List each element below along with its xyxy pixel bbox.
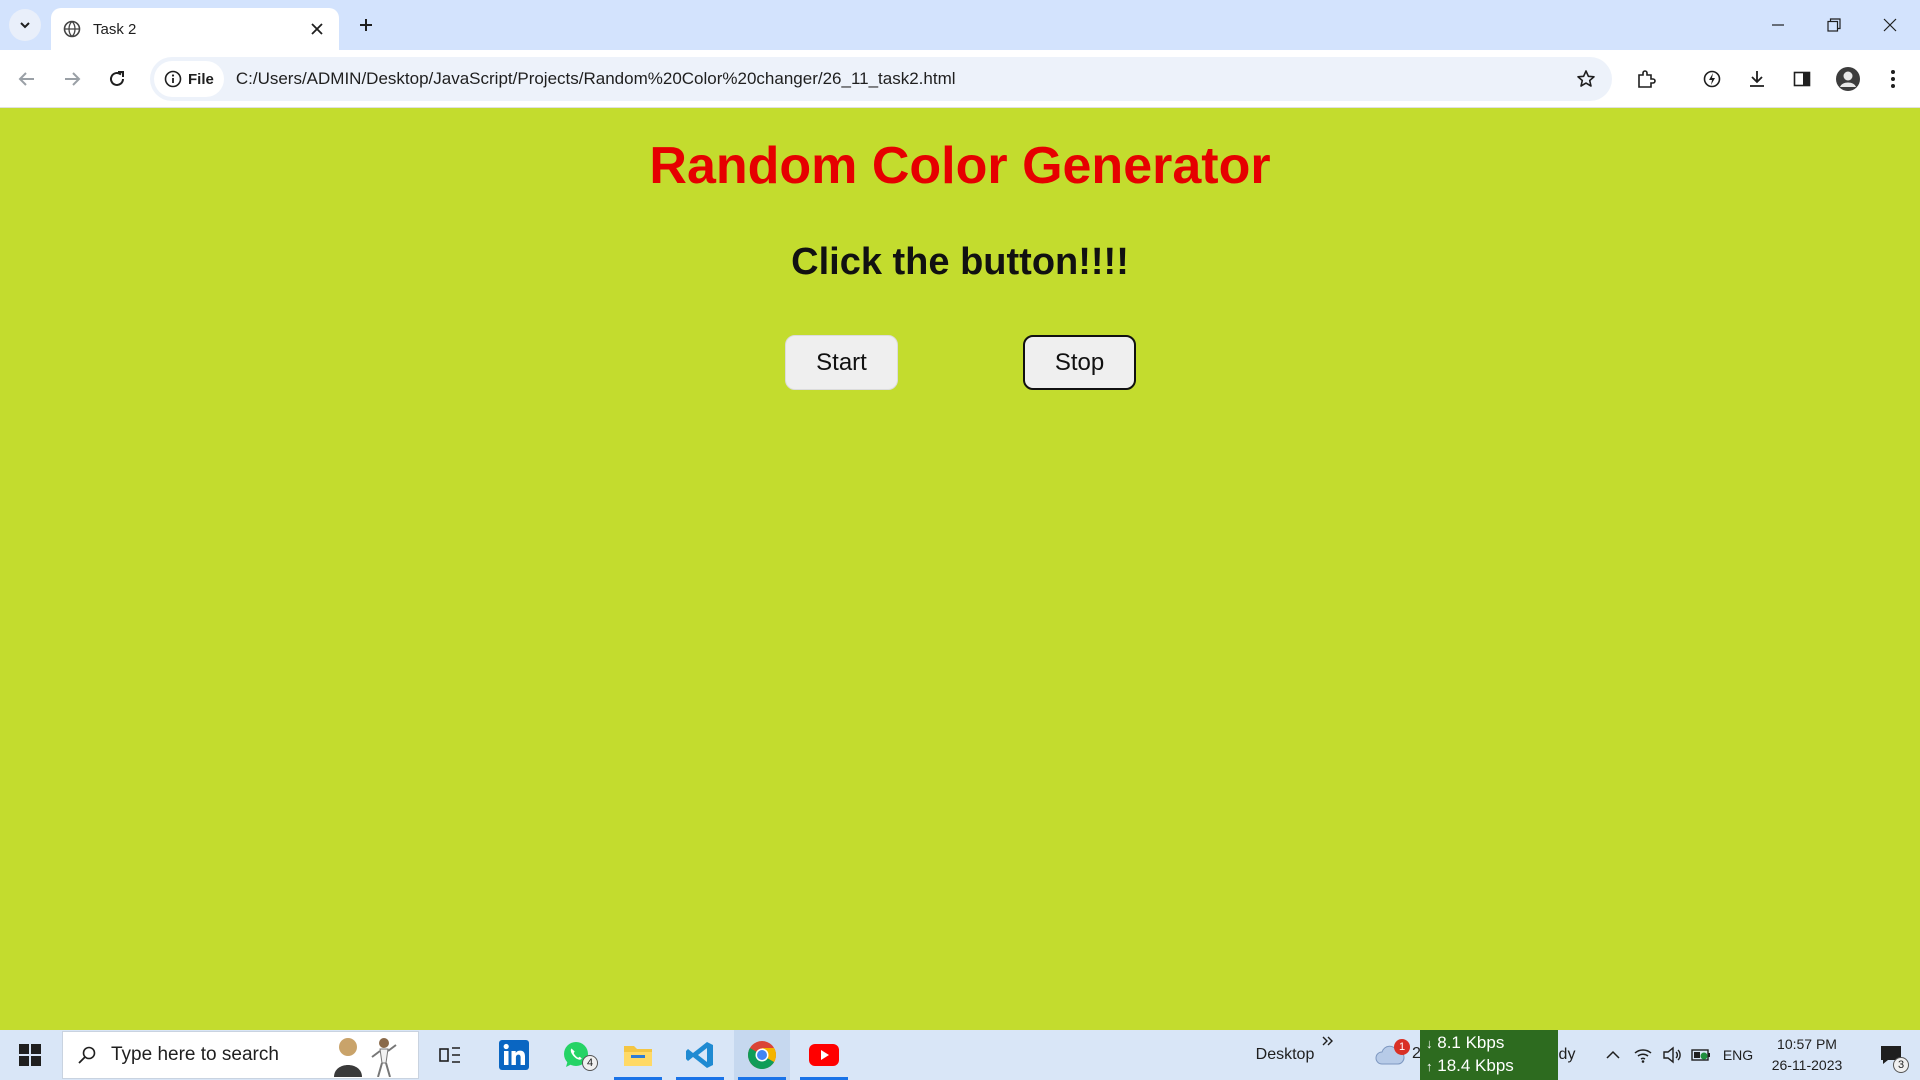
linkedin-app[interactable] (486, 1030, 542, 1080)
chrome-icon (748, 1041, 776, 1069)
up-arrow-icon: ↑ (1426, 1059, 1433, 1074)
tab-title: Task 2 (93, 20, 137, 38)
forward-icon (65, 72, 81, 86)
info-icon (164, 70, 182, 88)
close-window-button[interactable] (1862, 0, 1918, 50)
url-text[interactable]: C:/Users/ADMIN/Desktop/JavaScript/Projec… (236, 69, 1568, 89)
restore-button[interactable] (1806, 0, 1862, 50)
task-view-button[interactable] (422, 1030, 478, 1080)
new-tab-button[interactable] (350, 9, 382, 41)
chevron-up-icon (1606, 1050, 1620, 1059)
language-indicator[interactable]: ENG (1718, 1030, 1758, 1080)
browser-tab-strip: Task 2 (0, 0, 1920, 50)
menu-icon[interactable] (1875, 61, 1911, 97)
performance-icon[interactable] (1694, 61, 1730, 97)
volume-icon[interactable] (1659, 1030, 1685, 1080)
profile-icon[interactable] (1830, 61, 1866, 97)
chevron-down-icon (20, 22, 30, 29)
notification-center-button[interactable]: 3 (1866, 1030, 1916, 1080)
vscode-icon (686, 1042, 713, 1068)
restore-icon (1827, 18, 1841, 32)
page-body: Random Color Generator Click the button!… (0, 109, 1920, 1030)
weather-badge: 1 (1394, 1039, 1410, 1055)
tab-search-button[interactable] (9, 9, 41, 41)
side-panel-icon[interactable] (1784, 61, 1820, 97)
minimize-icon (1772, 24, 1784, 26)
browser-tab[interactable]: Task 2 (51, 8, 339, 50)
instruction-text: Click the button!!!! (791, 241, 1129, 283)
windows-taskbar: Type here to search 4 Desktop 1 2 ↓ 8.1 … (0, 1030, 1920, 1080)
clock-date: 26-11-2023 (1771, 1057, 1843, 1073)
toolbar-overflow[interactable] (1318, 1030, 1338, 1080)
taskbar-search[interactable]: Type here to search (62, 1031, 419, 1079)
weather-text-fragment: dy (1558, 1030, 1576, 1080)
back-button[interactable] (9, 61, 45, 97)
clock-time: 10:57 PM (1777, 1036, 1837, 1052)
forward-button[interactable] (54, 61, 90, 97)
vscode-app[interactable] (672, 1030, 728, 1080)
network-speed-meter: ↓ 8.1 Kbps ↑ 18.4 Kbps (1420, 1030, 1558, 1080)
site-chip-label: File (188, 70, 214, 88)
show-hidden-icons[interactable] (1600, 1030, 1626, 1080)
address-bar[interactable]: File C:/Users/ADMIN/Desktop/JavaScript/P… (150, 57, 1612, 101)
youtube-app[interactable] (796, 1030, 852, 1080)
desktop-toolbar[interactable]: Desktop (1245, 1030, 1325, 1080)
browser-toolbar: File C:/Users/ADMIN/Desktop/JavaScript/P… (0, 50, 1920, 108)
start-button[interactable]: Start (785, 335, 898, 390)
download-speed: ↓ 8.1 Kbps (1426, 1032, 1558, 1055)
back-icon (18, 72, 34, 86)
chrome-app[interactable] (734, 1030, 790, 1080)
whatsapp-badge: 4 (582, 1055, 598, 1071)
weather-text: dy (1558, 1046, 1576, 1063)
download-icon[interactable] (1739, 61, 1775, 97)
wifi-icon[interactable] (1630, 1030, 1656, 1080)
clock[interactable]: 10:57 PM 26-11-2023 (1762, 1034, 1852, 1076)
weather-widget[interactable]: 1 2 (1370, 1030, 1421, 1080)
extensions-icon[interactable] (1628, 61, 1664, 97)
start-menu-button[interactable] (0, 1030, 60, 1080)
down-arrow-icon: ↓ (1426, 1036, 1433, 1051)
minimize-button[interactable] (1750, 0, 1806, 50)
stop-button[interactable]: Stop (1023, 335, 1136, 390)
search-icon (78, 1046, 96, 1064)
close-window-icon (1883, 18, 1897, 32)
double-chevron-icon (1322, 1036, 1333, 1046)
close-icon[interactable] (307, 19, 327, 39)
star-icon[interactable] (1568, 61, 1604, 97)
whatsapp-app[interactable]: 4 (548, 1030, 604, 1080)
task-view-icon (439, 1047, 460, 1063)
linkedin-icon (499, 1040, 529, 1070)
youtube-icon (809, 1044, 839, 1066)
search-placeholder: Type here to search (111, 1044, 279, 1065)
battery-icon[interactable] (1688, 1030, 1714, 1080)
globe-icon (63, 20, 81, 38)
reload-button[interactable] (99, 61, 135, 97)
upload-speed-value: 18.4 Kbps (1437, 1056, 1514, 1075)
reload-icon (110, 71, 124, 86)
file-explorer-app[interactable] (610, 1030, 666, 1080)
download-speed-value: 8.1 Kbps (1437, 1033, 1505, 1052)
upload-speed: ↑ 18.4 Kbps (1426, 1055, 1558, 1078)
windows-icon (19, 1044, 41, 1066)
plus-icon (360, 19, 372, 31)
page-title: Random Color Generator (649, 137, 1271, 195)
search-highlight-image (324, 1033, 408, 1077)
desktop-label: Desktop (1255, 1046, 1315, 1063)
language-label: ENG (1722, 1047, 1754, 1063)
site-info-chip[interactable]: File (154, 61, 224, 97)
folder-icon (624, 1046, 652, 1066)
notification-count: 3 (1893, 1057, 1909, 1073)
